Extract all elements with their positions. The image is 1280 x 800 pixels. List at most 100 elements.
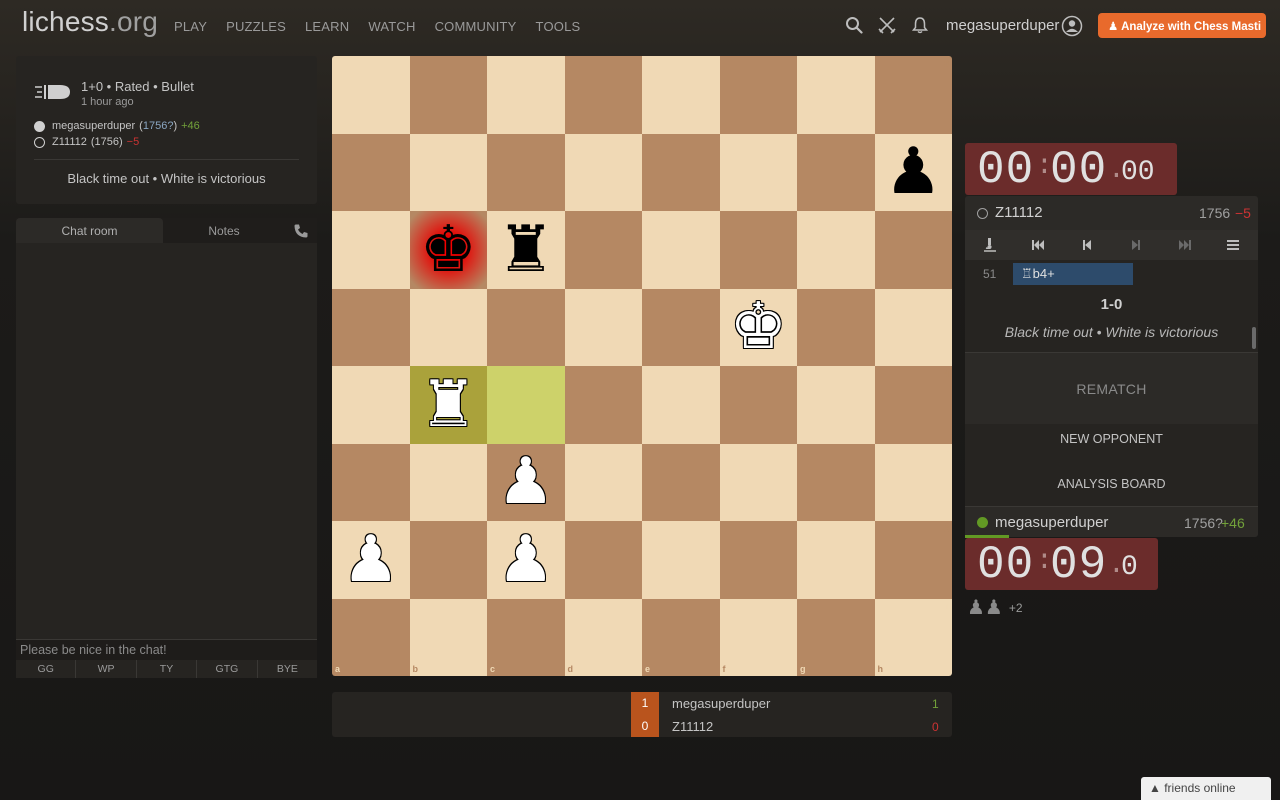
site-logo[interactable]: lichess.org [22, 6, 158, 38]
square-b8[interactable] [409, 56, 487, 134]
rematch-button[interactable]: REMATCH [965, 352, 1258, 424]
square-d1[interactable] [564, 598, 642, 676]
nav-community[interactable]: COMMUNITY [435, 19, 517, 34]
square-g7[interactable] [797, 133, 875, 211]
preset-bye[interactable]: BYE [258, 660, 317, 678]
square-b3[interactable] [409, 443, 487, 521]
square-d7[interactable] [564, 133, 642, 211]
square-h2[interactable] [874, 521, 952, 599]
square-b7[interactable] [409, 133, 487, 211]
friends-online-button[interactable]: ▲ friends online [1141, 777, 1271, 800]
square-f4[interactable] [719, 366, 797, 444]
new-opponent-button[interactable]: NEW OPPONENT [965, 432, 1258, 446]
square-e3[interactable] [642, 443, 720, 521]
white-pawn-a2[interactable]: ♟ [332, 521, 410, 599]
square-a4[interactable] [332, 366, 410, 444]
square-d4[interactable] [564, 366, 642, 444]
first-move-icon[interactable] [1029, 236, 1047, 254]
square-c7[interactable] [487, 133, 565, 211]
square-h3[interactable] [874, 443, 952, 521]
white-king-f5[interactable]: ♚ [720, 289, 798, 367]
square-b5[interactable] [409, 288, 487, 366]
square-a8[interactable] [332, 56, 410, 134]
nav-puzzles[interactable]: PUZZLES [226, 19, 286, 34]
white-pawn-c2[interactable]: ♟ [487, 521, 565, 599]
nav-play[interactable]: PLAY [174, 19, 207, 34]
square-e8[interactable] [642, 56, 720, 134]
square-e2[interactable] [642, 521, 720, 599]
opponent-name[interactable]: Z11112 [995, 204, 1043, 221]
square-f7[interactable] [719, 133, 797, 211]
square-g6[interactable] [797, 211, 875, 289]
square-f3[interactable] [719, 443, 797, 521]
preset-wp[interactable]: WP [76, 660, 137, 678]
white-pawn-c3[interactable]: ♟ [487, 444, 565, 522]
black-pawn-h7[interactable]: ♟ [875, 134, 953, 212]
square-f2[interactable] [719, 521, 797, 599]
white-player-name[interactable]: megasuperduper [52, 120, 135, 132]
microscope-icon[interactable] [981, 236, 999, 254]
square-h1[interactable] [874, 598, 952, 676]
square-g3[interactable] [797, 443, 875, 521]
square-a3[interactable] [332, 443, 410, 521]
square-e4[interactable] [642, 366, 720, 444]
square-f8[interactable] [719, 56, 797, 134]
black-rook-c6[interactable]: ♜ [487, 211, 565, 289]
square-d3[interactable] [564, 443, 642, 521]
chess-board[interactable]: ♟ ♚ ♜ ♚ ♜ ♟ ♟ ♟ 8 7 6 5 4 3 2 1 a b c d e f g h [332, 56, 952, 676]
square-a7[interactable] [332, 133, 410, 211]
square-h4[interactable] [874, 366, 952, 444]
preset-gtg[interactable]: GTG [197, 660, 258, 678]
player-name[interactable]: megasuperduper [995, 514, 1108, 531]
square-g8[interactable] [797, 56, 875, 134]
phone-icon[interactable] [293, 223, 309, 239]
square-a5[interactable] [332, 288, 410, 366]
square-c5[interactable] [487, 288, 565, 366]
previous-move-icon[interactable] [1078, 236, 1096, 254]
score-black-name[interactable]: Z11112 [672, 719, 713, 734]
analyze-with-chess-masti-button[interactable]: ♟ Analyze with Chess Masti [1098, 13, 1266, 38]
square-g2[interactable] [797, 521, 875, 599]
black-player-name[interactable]: Z11112 [52, 136, 87, 148]
square-e7[interactable] [642, 133, 720, 211]
black-king-b6[interactable]: ♚ [410, 211, 488, 289]
tab-chat-room[interactable]: Chat room [16, 218, 163, 243]
square-e5[interactable] [642, 288, 720, 366]
nav-tools[interactable]: TOOLS [536, 19, 581, 34]
tab-notes[interactable]: Notes [163, 218, 285, 243]
last-move-icon[interactable] [1176, 236, 1194, 254]
chat-input[interactable]: Please be nice in the chat! [16, 639, 317, 660]
square-c8[interactable] [487, 56, 565, 134]
square-h5[interactable] [874, 288, 952, 366]
square-f6[interactable] [719, 211, 797, 289]
analysis-board-button[interactable]: ANALYSIS BOARD [965, 477, 1258, 491]
square-d8[interactable] [564, 56, 642, 134]
next-move-icon[interactable] [1127, 236, 1145, 254]
square-g1[interactable] [797, 598, 875, 676]
bell-icon[interactable] [911, 16, 929, 34]
square-d5[interactable] [564, 288, 642, 366]
nav-learn[interactable]: LEARN [305, 19, 349, 34]
square-e6[interactable] [642, 211, 720, 289]
square-f1[interactable] [719, 598, 797, 676]
square-d6[interactable] [564, 211, 642, 289]
score-white-name[interactable]: megasuperduper [672, 696, 770, 711]
square-h6[interactable] [874, 211, 952, 289]
user-avatar-icon[interactable] [1061, 15, 1083, 37]
nav-watch[interactable]: WATCH [368, 19, 415, 34]
square-c4[interactable] [487, 366, 565, 444]
square-g4[interactable] [797, 366, 875, 444]
preset-ty[interactable]: TY [137, 660, 198, 678]
square-b1[interactable] [409, 598, 487, 676]
square-h8[interactable] [874, 56, 952, 134]
current-move[interactable]: ♖b4+ [1013, 263, 1133, 285]
crossed-swords-icon[interactable] [878, 16, 896, 34]
square-e1[interactable] [642, 598, 720, 676]
square-g5[interactable] [797, 288, 875, 366]
move-list-scrollbar[interactable] [1252, 327, 1256, 349]
square-b2[interactable] [409, 521, 487, 599]
username-link[interactable]: megasuperduper [946, 17, 1059, 34]
preset-gg[interactable]: GG [16, 660, 77, 678]
menu-icon[interactable] [1224, 236, 1242, 254]
search-icon[interactable] [845, 16, 863, 34]
